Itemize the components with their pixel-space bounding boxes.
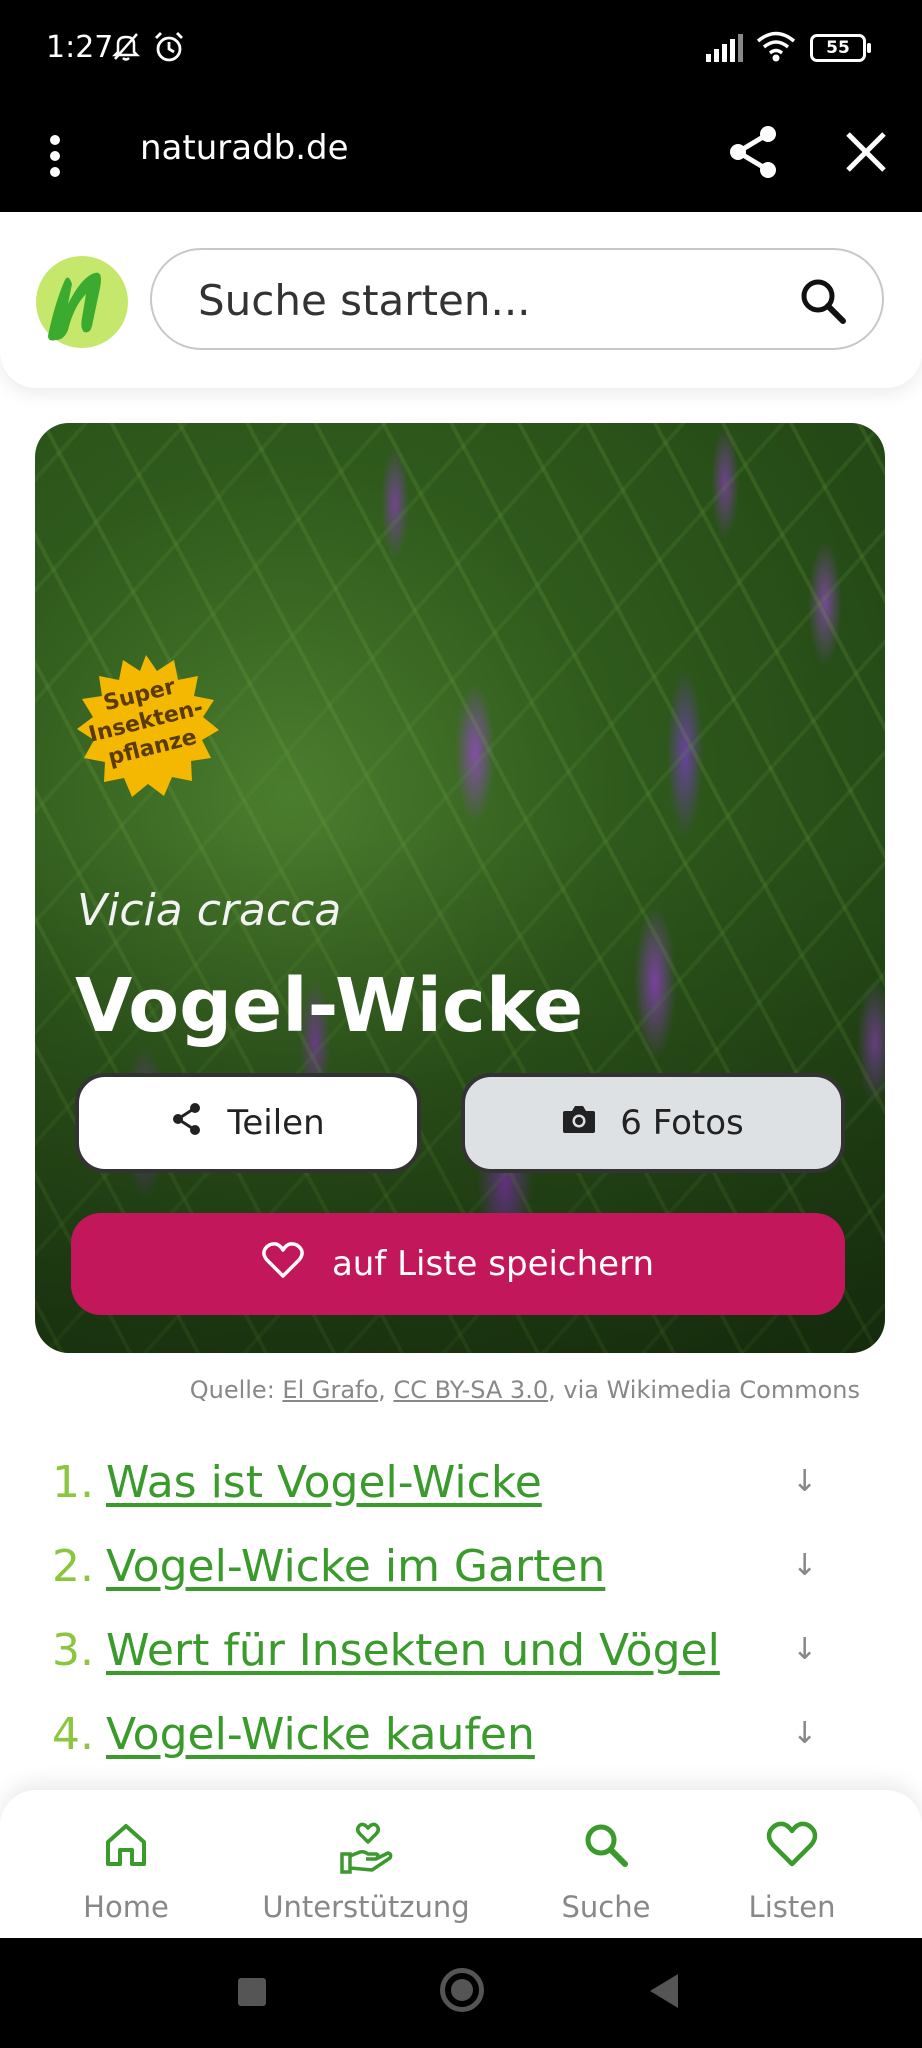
search-box[interactable] <box>150 248 884 350</box>
license-link[interactable]: CC BY-SA 3.0 <box>393 1376 548 1404</box>
more-menu-icon[interactable] <box>40 126 70 186</box>
naturadb-logo[interactable] <box>34 254 130 350</box>
save-to-list-button[interactable]: auf Liste speichern <box>71 1213 845 1315</box>
toc-item[interactable]: 1. Was ist Vogel-Wicke ↓ <box>52 1440 832 1524</box>
search-icon <box>581 1820 631 1876</box>
photos-label: 6 Fotos <box>620 1103 744 1143</box>
save-label: auf Liste speichern <box>331 1244 655 1284</box>
toc-link[interactable]: Was ist Vogel-Wicke <box>106 1457 542 1508</box>
wifi-icon <box>756 30 796 67</box>
camera-icon <box>562 1103 596 1143</box>
toc-link[interactable]: Vogel-Wicke kaufen <box>106 1709 535 1760</box>
table-of-contents: 1. Was ist Vogel-Wicke ↓ 2. Vogel-Wicke … <box>52 1440 832 1776</box>
browser-bar: naturadb.de <box>0 100 922 212</box>
mute-icon <box>110 30 142 67</box>
status-bar: 1:27 55 <box>0 0 922 100</box>
toc-link[interactable]: Vogel-Wicke im Garten <box>106 1541 605 1592</box>
nav-search[interactable]: Suche <box>546 1790 666 1938</box>
heart-icon <box>262 1241 304 1288</box>
toc-item[interactable]: 3. Wert für Insekten und Vögel ↓ <box>52 1608 832 1692</box>
arrow-down-icon: ↓ <box>792 1464 818 1499</box>
search-icon[interactable] <box>798 276 848 331</box>
status-time: 1:27 <box>46 30 114 65</box>
recents-button[interactable] <box>238 1978 266 2006</box>
hero-image: Super Insekten- pflanze Vicia cracca Vog… <box>35 423 885 1353</box>
latin-name: Vicia cracca <box>77 885 342 936</box>
arrow-down-icon: ↓ <box>792 1548 818 1583</box>
nav-home[interactable]: Home <box>66 1790 186 1938</box>
back-button[interactable] <box>650 1974 678 2008</box>
share-button[interactable]: Teilen <box>75 1073 421 1173</box>
share-label: Teilen <box>227 1103 325 1143</box>
author-link[interactable]: El Grafo <box>282 1376 378 1404</box>
heart-icon <box>766 1820 818 1876</box>
hand-heart-icon <box>338 1820 394 1876</box>
page-title: Vogel-Wicke <box>75 963 584 1049</box>
home-button[interactable] <box>440 1968 484 2012</box>
alarm-icon <box>152 30 186 69</box>
home-icon <box>101 1820 151 1876</box>
share-icon <box>171 1102 203 1145</box>
bottom-navigation: Home Unterstützung Suche Listen <box>0 1790 922 1938</box>
signal-icon <box>706 34 746 67</box>
nav-support[interactable]: Unterstützung <box>256 1790 476 1938</box>
system-navigation-bar <box>0 1938 922 2048</box>
site-header <box>0 212 922 388</box>
toc-link[interactable]: Wert für Insekten und Vögel <box>106 1625 720 1676</box>
close-icon[interactable] <box>840 126 892 183</box>
url-text[interactable]: naturadb.de <box>140 128 349 168</box>
toc-item[interactable]: 2. Vogel-Wicke im Garten ↓ <box>52 1524 832 1608</box>
photos-button[interactable]: 6 Fotos <box>461 1073 845 1173</box>
arrow-down-icon: ↓ <box>792 1632 818 1667</box>
arrow-down-icon: ↓ <box>792 1716 818 1751</box>
image-source: Quelle: El Grafo, CC BY-SA 3.0, via Wiki… <box>189 1376 860 1404</box>
battery-indicator: 55 <box>810 34 871 62</box>
nav-lists[interactable]: Listen <box>732 1790 852 1938</box>
insect-plant-badge: Super Insekten- pflanze <box>70 651 222 803</box>
search-input[interactable] <box>198 272 758 328</box>
share-icon[interactable] <box>726 122 782 187</box>
toc-item[interactable]: 4. Vogel-Wicke kaufen ↓ <box>52 1692 832 1776</box>
